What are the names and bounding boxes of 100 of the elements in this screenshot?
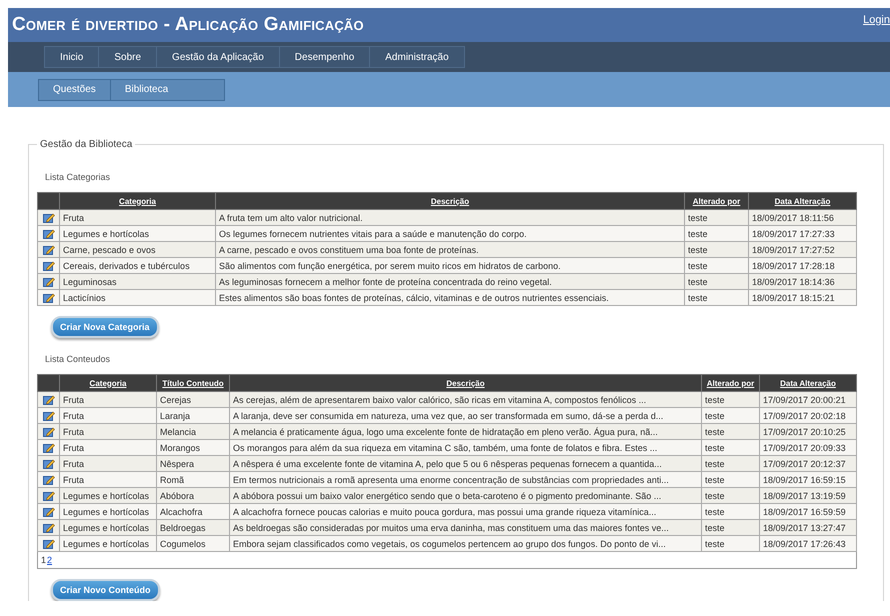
edit-icon[interactable] (42, 458, 54, 469)
table-cell: 18/09/2017 17:27:52 (748, 242, 856, 258)
table-cell: teste (684, 226, 748, 242)
edit-icon[interactable] (42, 522, 54, 533)
subnav-item[interactable]: Questões (38, 78, 111, 100)
nav-item[interactable]: Gestão da Aplicação (156, 46, 280, 68)
table-cell: teste (702, 408, 760, 424)
table-cell: 17/09/2017 20:10:25 (760, 424, 856, 440)
login-link[interactable]: Login (863, 14, 890, 26)
table-cell: 18/09/2017 17:26:43 (760, 536, 856, 552)
table-cell: São alimentos com função energética, por serem muito ricos em hidratos de carbono. (216, 258, 684, 274)
table-cell: A carne, pescado e ovos constituem uma boa fonte de proteínas. (216, 242, 684, 258)
table-cell: As cerejas, além de apresentarem baixo valor calórico, são ricas em vitamina A, compostos fenólicos ... (230, 392, 702, 408)
column-header[interactable]: Descrição (230, 374, 702, 392)
table-cell: 18/09/2017 17:28:18 (748, 258, 856, 274)
edit-icon[interactable] (42, 442, 54, 453)
edit-icon[interactable] (42, 410, 54, 421)
table-cell: Fruta (60, 210, 216, 226)
table-cell: Em termos nutricionais a romã apresenta uma enorme concentração de substâncias com propriedades anti... (230, 472, 702, 488)
table-cell: teste (702, 536, 760, 552)
table-cell: Fruta (60, 408, 156, 424)
table-cell: teste (702, 424, 760, 440)
table-cell: teste (702, 488, 760, 504)
nav-item[interactable]: Administração (369, 46, 465, 68)
table-cell: A nêspera é uma excelente fonte de vitamina A, pelo que 5 ou 6 nêsperas pequenas fornecem a quantida... (230, 456, 702, 472)
table-cell: Leguminosas (60, 274, 216, 290)
table-cell: Legumes e hortícolas (60, 504, 156, 520)
table-cell: teste (702, 472, 760, 488)
edit-icon[interactable] (42, 490, 54, 501)
page-link[interactable]: 1 (41, 555, 46, 565)
table-cell: teste (684, 274, 748, 290)
table-cell: A melancia é praticamente água, logo uma excelente fonte de hidratação em pleno verão. Água pura, nã... (230, 424, 702, 440)
column-header[interactable]: Alterado por (684, 192, 748, 210)
edit-icon[interactable] (42, 394, 54, 405)
column-header[interactable]: Título Conteudo (156, 374, 230, 392)
edit-icon[interactable] (42, 474, 54, 485)
table-cell: Fruta (60, 424, 156, 440)
table-cell: Beldroegas (156, 520, 230, 536)
edit-icon[interactable] (42, 260, 54, 271)
table-cell: teste (684, 210, 748, 226)
table-cell: A laranja, deve ser consumida em natureza, uma vez que, ao ser transformada em sumo, dá-se a perda d... (230, 408, 702, 424)
nav-item[interactable]: Sobre (98, 46, 158, 68)
table-cell: Alcachofra (156, 504, 230, 520)
table-cell: Melancia (156, 424, 230, 440)
table-cell: A abóbora possui um baixo valor energético sendo que o beta-caroteno é o pigmento predominante. São ... (230, 488, 702, 504)
table-cell: 17/09/2017 20:12:37 (760, 456, 856, 472)
table-cell: 18/09/2017 18:15:21 (748, 290, 856, 306)
table-cell: Legumes e hortícolas (60, 536, 156, 552)
column-header[interactable]: Data Alteração (748, 192, 856, 210)
table-cell: As beldroegas são consideradas por muitos uma erva daninha, mas constituem uma das maiores fontes ve... (230, 520, 702, 536)
table-cell: Carne, pescado e ovos (60, 242, 216, 258)
table-cell: Lacticínios (60, 290, 216, 306)
list-title: Lista Conteudos (45, 354, 112, 364)
table-cell: Romã (156, 472, 230, 488)
table-cell: teste (684, 258, 748, 274)
table-cell: Cogumelos (156, 536, 230, 552)
table-cell: teste (684, 290, 748, 306)
table-cell: 18/09/2017 16:59:15 (760, 472, 856, 488)
nav-item[interactable]: Inicio (44, 46, 100, 68)
table-cell: 18/09/2017 17:27:33 (748, 226, 856, 242)
table-cell: Fruta (60, 392, 156, 408)
table-cell: As leguminosas fornecem a melhor fonte de proteína concentrada do reino vegetal. (216, 274, 684, 290)
edit-icon[interactable] (42, 244, 54, 255)
column-header[interactable]: Categoria (60, 192, 216, 210)
column-header[interactable]: Alterado por (702, 374, 760, 392)
edit-icon[interactable] (42, 292, 54, 303)
create-button[interactable]: Criar Nova Categoria (51, 316, 159, 338)
subnav-item[interactable]: Biblioteca (110, 78, 226, 100)
table-cell: Os legumes fornecem nutrientes vitais para a saúde e manutenção do corpo. (216, 226, 684, 242)
list-title: Lista Categorias (45, 172, 112, 182)
edit-icon[interactable] (42, 538, 54, 549)
table-cell: 18/09/2017 13:27:47 (760, 520, 856, 536)
table-cell: teste (702, 504, 760, 520)
column-header[interactable]: Descrição (216, 192, 684, 210)
edit-icon[interactable] (42, 276, 54, 287)
table-cell: teste (684, 242, 748, 258)
table-cell: 18/09/2017 18:14:36 (748, 274, 856, 290)
column-header[interactable]: Categoria (60, 374, 156, 392)
table-cell: 17/09/2017 20:09:33 (760, 440, 856, 456)
table-cell: teste (702, 456, 760, 472)
table-cell: Fruta (60, 456, 156, 472)
edit-icon[interactable] (42, 228, 54, 239)
table-cell: Estes alimentos são boas fontes de proteínas, cálcio, vitaminas e de outros nutrientes essenciais. (216, 290, 684, 306)
edit-icon[interactable] (42, 426, 54, 437)
page-link[interactable]: 2 (47, 555, 52, 565)
app-title: Comer é divertido - Aplicação Gamificação (12, 14, 364, 36)
table-cell: 17/09/2017 20:02:18 (760, 408, 856, 424)
column-header[interactable]: Data Alteração (760, 374, 856, 392)
table-cell: teste (702, 520, 760, 536)
edit-icon[interactable] (42, 506, 54, 517)
nav-item[interactable]: Desempenho (278, 46, 370, 68)
table-cell: teste (702, 392, 760, 408)
table-cell: Embora sejam classificados como vegetais, os cogumelos pertencem ao grupo dos fungos. Do ponto de vi... (230, 536, 702, 552)
table-cell: Legumes e hortícolas (60, 488, 156, 504)
table-cell: 17/09/2017 20:00:21 (760, 392, 856, 408)
table-cell: Legumes e hortícolas (60, 226, 216, 242)
table-cell: A alcachofra fornece poucas calorias e muito pouca gordura, mas possui uma grande riqueza vitamínica... (230, 504, 702, 520)
create-button[interactable]: Criar Novo Conteúdo (51, 579, 160, 601)
table-cell: Os morangos para além da sua riqueza em vitamina C são, também, uma fonte de folatos e fibra. Estes ... (230, 440, 702, 456)
edit-icon[interactable] (42, 212, 54, 223)
